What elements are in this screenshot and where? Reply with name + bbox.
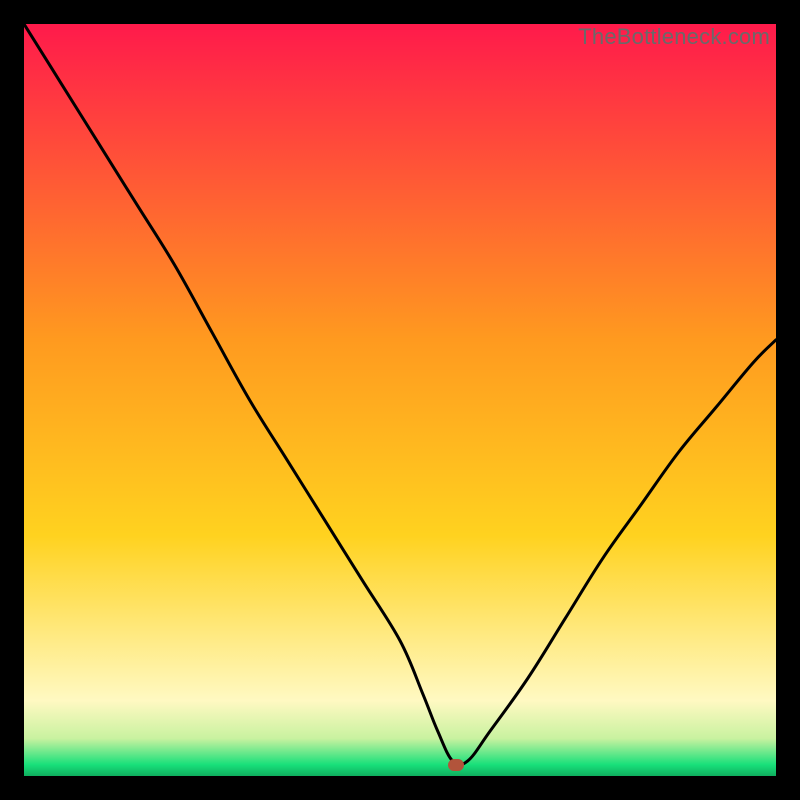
gradient-bg [24,24,776,776]
optimum-marker [448,759,464,771]
watermark: TheBottleneck.com [578,24,770,50]
chart-plot [24,24,776,776]
chart-frame: TheBottleneck.com [24,24,776,776]
